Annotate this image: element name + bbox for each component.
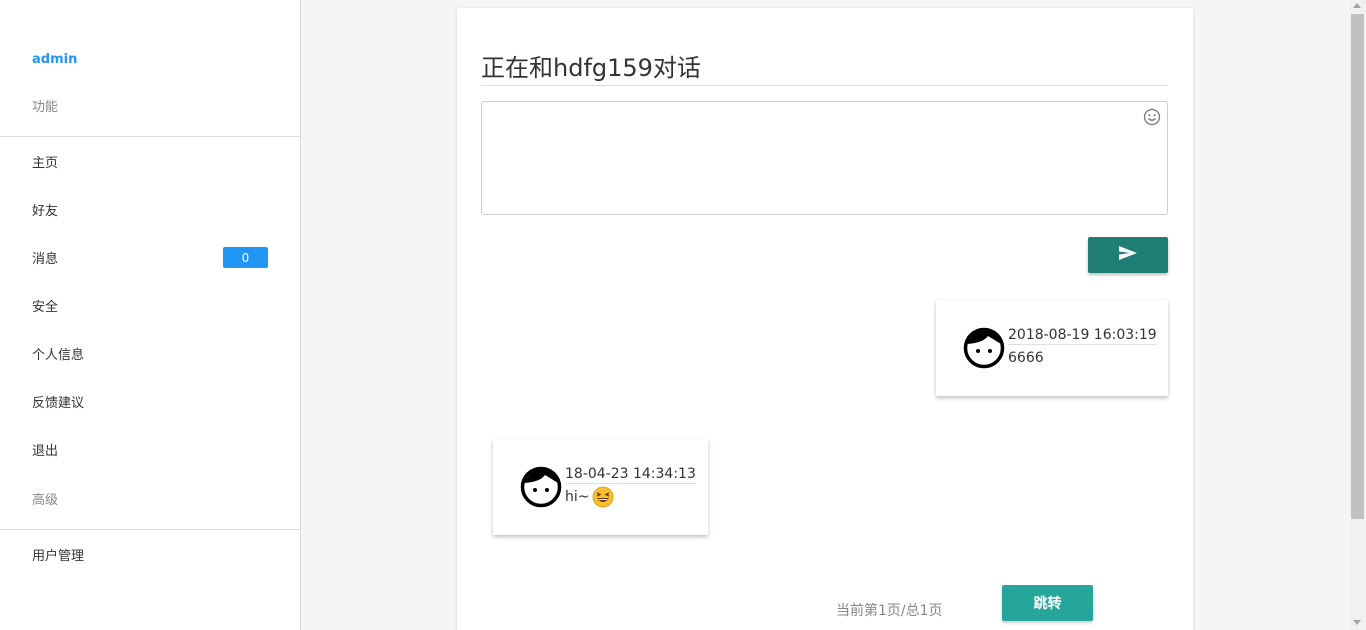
message-time: 2018-08-19 16:03:19 <box>1008 327 1157 345</box>
chat-message: 2018-08-19 16:03:19 6666 <box>936 300 1168 396</box>
sidebar-item-security[interactable]: 安全 <box>0 285 300 325</box>
sidebar-item-friends[interactable]: 好友 <box>0 189 300 229</box>
vertical-scrollbar[interactable] <box>1349 0 1366 630</box>
sidebar-item-label: 用户管理 <box>32 548 85 564</box>
sidebar-item-profile[interactable]: 个人信息 <box>0 333 300 373</box>
message-time: 18-04-23 14:34:13 <box>565 466 696 484</box>
sidebar-item-logout[interactable]: 退出 <box>0 429 300 469</box>
messages-count-badge: 0 <box>223 247 268 268</box>
scroll-up-arrow-icon[interactable] <box>1353 3 1361 8</box>
sidebar-item-messages[interactable]: 消息 0 <box>0 237 300 277</box>
functions-subheader: 功能 <box>32 100 59 115</box>
message-text: 6666 <box>1008 350 1044 366</box>
chat-title: 正在和hdfg159对话 <box>481 54 701 82</box>
send-icon <box>1118 245 1138 265</box>
message-text-row: hi~ <box>565 486 614 508</box>
sidebar-item-user-management[interactable]: 用户管理 <box>0 534 300 574</box>
sidebar: admin 功能 主页 好友 消息 0 安全 个人信息 反馈建议 退出 高级 用… <box>0 0 301 630</box>
face-avatar-icon <box>963 327 1005 369</box>
scroll-down-arrow-icon[interactable] <box>1353 620 1361 625</box>
send-button[interactable] <box>1088 237 1168 273</box>
message-input[interactable] <box>481 101 1168 215</box>
sidebar-item-home[interactable]: 主页 <box>0 141 300 181</box>
title-divider <box>481 85 1168 86</box>
sidebar-divider <box>0 136 300 137</box>
scrollbar-thumb[interactable] <box>1351 14 1364 519</box>
smiley-icon[interactable] <box>1143 108 1161 126</box>
sidebar-item-label: 消息 <box>32 251 59 267</box>
username[interactable]: admin <box>32 52 77 67</box>
sidebar-item-label: 好友 <box>32 203 59 219</box>
face-avatar-icon <box>520 466 562 508</box>
jump-button[interactable]: 跳转 <box>1002 585 1093 621</box>
sidebar-divider <box>0 529 300 530</box>
pagination-info: 当前第1页/总1页 <box>836 603 943 619</box>
chat-card: 正在和hdfg159对话 2018-08-19 16:03:19 6666 18… <box>457 8 1193 630</box>
sidebar-item-label: 主页 <box>32 155 59 171</box>
sidebar-item-label: 安全 <box>32 299 59 315</box>
message-text: hi~ <box>565 489 590 505</box>
chat-message: 18-04-23 14:34:13 hi~ <box>493 439 708 535</box>
sidebar-item-label: 个人信息 <box>32 347 85 363</box>
laughing-emoji-icon <box>592 486 614 508</box>
advanced-subheader: 高级 <box>32 493 59 508</box>
sidebar-item-feedback[interactable]: 反馈建议 <box>0 381 300 421</box>
sidebar-item-label: 反馈建议 <box>32 395 85 411</box>
sidebar-item-label: 退出 <box>32 443 59 459</box>
